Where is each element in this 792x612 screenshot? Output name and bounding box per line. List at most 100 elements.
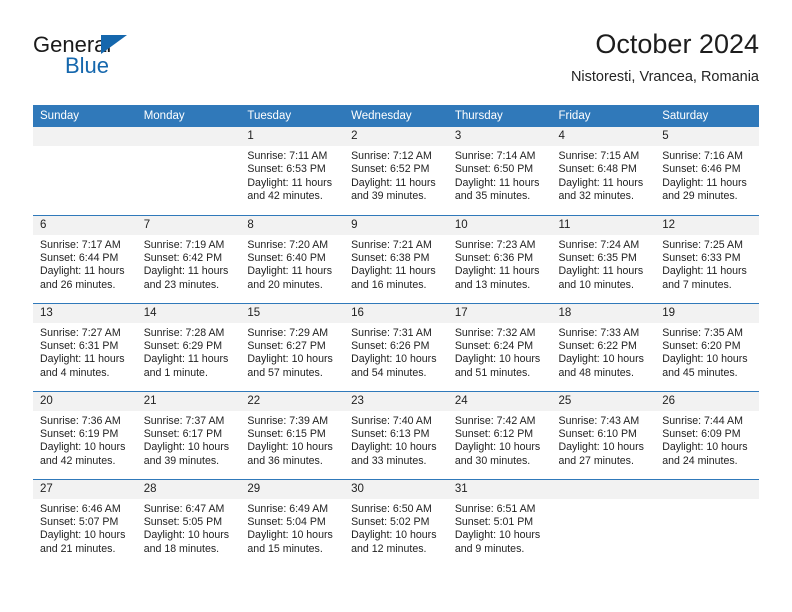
calendar-day-cell[interactable]: 23 Sunrise: 7:40 AM Sunset: 6:13 PM Dayligh… xyxy=(344,390,448,479)
calendar-grid: Sunday Monday Tuesday Wednesday Thursday… xyxy=(33,105,759,567)
calendar-day-cell[interactable]: 29 Sunrise: 6:49 AM Sunset: 5:04 PM Dayligh… xyxy=(240,478,345,567)
day-number xyxy=(33,127,137,146)
sunset-line: Sunset: 6:52 PM xyxy=(351,163,430,176)
daylight-line-2: and 29 minutes. xyxy=(662,190,738,203)
sunset-line: Sunset: 6:15 PM xyxy=(247,427,326,440)
sunrise-line: Sunrise: 7:11 AM xyxy=(247,150,328,162)
calendar-day-cell[interactable]: 19 Sunrise: 7:35 AM Sunset: 6:20 PM Dayligh… xyxy=(655,302,759,391)
calendar-day-cell[interactable]: 3 Sunrise: 7:14 AM Sunset: 6:50 PM Daylight… xyxy=(447,127,552,215)
sunset-line: Sunset: 5:04 PM xyxy=(247,515,326,528)
day-sun-details: Sunrise: 7:36 AM Sunset: 6:19 PM Daylight:… xyxy=(33,411,137,469)
calendar-week-row: 27 Sunrise: 6:46 AM Sunset: 5:07 PM Dayligh… xyxy=(33,478,759,567)
calendar-day-cell[interactable]: 22 Sunrise: 7:39 AM Sunset: 6:15 PM Dayligh… xyxy=(240,390,345,479)
sunrise-line: Sunrise: 7:40 AM xyxy=(351,414,432,427)
calendar-day-cell[interactable]: 8 Sunrise: 7:20 AM Sunset: 6:40 PM Daylight… xyxy=(240,214,345,303)
calendar-day-cell[interactable]: 4 Sunrise: 7:15 AM Sunset: 6:48 PM Daylight… xyxy=(551,127,656,215)
daylight-line-2: and 18 minutes. xyxy=(143,542,220,555)
day-cell-inner: 17 Sunrise: 7:32 AM Sunset: 6:24 PM Dayligh… xyxy=(447,303,552,391)
daylight-line-2: and 1 minute. xyxy=(143,366,208,379)
daylight-line-2: and 12 minutes. xyxy=(351,542,427,555)
calendar-day-cell[interactable]: 14 Sunrise: 7:28 AM Sunset: 6:29 PM Dayligh… xyxy=(136,302,241,391)
day-sun-details: Sunrise: 7:40 AM Sunset: 6:13 PM Daylight:… xyxy=(344,411,448,469)
calendar-day-cell[interactable]: 18 Sunrise: 7:33 AM Sunset: 6:22 PM Dayligh… xyxy=(551,302,656,391)
daylight-line-1: Daylight: 10 hours xyxy=(143,529,230,542)
calendar-day-cell[interactable]: 10 Sunrise: 7:23 AM Sunset: 6:36 PM Dayligh… xyxy=(447,214,552,303)
calendar-day-cell[interactable]: 16 Sunrise: 7:31 AM Sunset: 6:26 PM Dayligh… xyxy=(344,302,448,391)
day-cell-inner: 28 Sunrise: 6:47 AM Sunset: 5:05 PM Dayligh… xyxy=(136,479,241,567)
weekday-header-friday: Friday xyxy=(551,105,656,127)
day-sun-details: Sunrise: 7:32 AM Sunset: 6:24 PM Daylight:… xyxy=(448,323,552,381)
daylight-line-2: and 24 minutes. xyxy=(662,454,738,467)
calendar-day-cell[interactable]: 7 Sunrise: 7:19 AM Sunset: 6:42 PM Daylight… xyxy=(136,214,241,303)
daylight-line-2: and 39 minutes. xyxy=(351,190,427,203)
day-number: 23 xyxy=(344,391,448,411)
sunrise-line: Sunrise: 7:43 AM xyxy=(558,414,640,427)
day-number: 30 xyxy=(344,479,448,499)
calendar-day-cell[interactable]: 24 Sunrise: 7:42 AM Sunset: 6:12 PM Dayligh… xyxy=(447,390,552,479)
calendar-day-cell[interactable]: 25 Sunrise: 7:43 AM Sunset: 6:10 PM Dayligh… xyxy=(551,390,656,479)
calendar-day-cell[interactable]: 15 Sunrise: 7:29 AM Sunset: 6:27 PM Dayligh… xyxy=(240,302,345,391)
calendar-day-cell[interactable]: 26 Sunrise: 7:44 AM Sunset: 6:09 PM Dayligh… xyxy=(655,390,759,479)
daylight-line-2: and 45 minutes. xyxy=(662,366,738,379)
day-cell-inner xyxy=(551,479,656,567)
calendar-day-cell[interactable]: 17 Sunrise: 7:32 AM Sunset: 6:24 PM Dayligh… xyxy=(447,302,552,391)
day-number: 8 xyxy=(240,215,345,235)
day-number: 7 xyxy=(136,215,241,235)
daylight-line-1: Daylight: 10 hours xyxy=(454,353,541,366)
day-number: 20 xyxy=(33,391,137,411)
calendar-day-cell[interactable]: 12 Sunrise: 7:25 AM Sunset: 6:33 PM Dayligh… xyxy=(655,214,759,303)
sunrise-line: Sunrise: 7:15 AM xyxy=(558,150,640,162)
calendar-day-cell[interactable]: 30 Sunrise: 6:50 AM Sunset: 5:02 PM Dayligh… xyxy=(344,478,448,567)
day-number: 6 xyxy=(33,215,137,235)
daylight-line-1: Daylight: 10 hours xyxy=(662,353,748,366)
day-sun-details: Sunrise: 7:37 AM Sunset: 6:17 PM Daylight:… xyxy=(137,411,241,469)
daylight-line-1: Daylight: 10 hours xyxy=(247,529,333,542)
day-number: 15 xyxy=(240,303,345,323)
day-number: 10 xyxy=(447,215,552,235)
sunrise-line: Sunrise: 6:50 AM xyxy=(351,502,432,515)
day-number: 22 xyxy=(240,391,345,411)
daylight-line-1: Daylight: 11 hours xyxy=(247,176,333,189)
calendar-day-cell[interactable]: 21 Sunrise: 7:37 AM Sunset: 6:17 PM Dayligh… xyxy=(136,390,241,479)
daylight-line-1: Daylight: 11 hours xyxy=(247,265,333,278)
sunset-line: Sunset: 5:01 PM xyxy=(454,515,534,528)
daylight-line-1: Daylight: 11 hours xyxy=(558,265,644,278)
calendar-empty-cell xyxy=(551,478,656,567)
daylight-line-2: and 54 minutes. xyxy=(351,366,427,379)
day-cell-inner: 22 Sunrise: 7:39 AM Sunset: 6:15 PM Dayligh… xyxy=(240,391,345,479)
day-number: 17 xyxy=(447,303,552,323)
day-cell-inner: 29 Sunrise: 6:49 AM Sunset: 5:04 PM Dayligh… xyxy=(240,479,345,567)
daylight-line-2: and 33 minutes. xyxy=(351,454,427,467)
sunset-line: Sunset: 6:36 PM xyxy=(454,251,534,264)
calendar-day-cell[interactable]: 31 Sunrise: 6:51 AM Sunset: 5:01 PM Dayligh… xyxy=(447,478,552,567)
calendar-day-cell[interactable]: 2 Sunrise: 7:12 AM Sunset: 6:52 PM Daylight… xyxy=(344,127,448,215)
calendar-day-cell[interactable]: 5 Sunrise: 7:16 AM Sunset: 6:46 PM Daylight… xyxy=(655,127,759,215)
sunrise-line: Sunrise: 7:20 AM xyxy=(247,238,329,251)
sunrise-line: Sunrise: 7:42 AM xyxy=(454,414,536,427)
calendar-day-cell[interactable]: 13 Sunrise: 7:27 AM Sunset: 6:31 PM Dayligh… xyxy=(33,302,137,391)
calendar-day-cell[interactable]: 20 Sunrise: 7:36 AM Sunset: 6:19 PM Dayligh… xyxy=(33,390,137,479)
calendar-day-cell[interactable]: 1 Sunrise: 7:11 AM Sunset: 6:53 PM Daylight… xyxy=(240,127,345,215)
calendar-empty-cell xyxy=(136,127,241,215)
calendar-day-cell[interactable]: 27 Sunrise: 6:46 AM Sunset: 5:07 PM Dayligh… xyxy=(33,478,137,567)
day-cell-inner: 1 Sunrise: 7:11 AM Sunset: 6:53 PM Daylight… xyxy=(240,127,345,215)
sunrise-line: Sunrise: 7:14 AM xyxy=(454,150,536,162)
calendar-day-cell[interactable]: 6 Sunrise: 7:17 AM Sunset: 6:44 PM Daylight… xyxy=(33,214,137,303)
daylight-line-2: and 42 minutes. xyxy=(40,454,116,467)
sunset-line: Sunset: 6:44 PM xyxy=(40,251,119,264)
day-number: 4 xyxy=(551,127,656,146)
sunrise-line: Sunrise: 7:37 AM xyxy=(143,414,225,427)
calendar-day-cell[interactable]: 9 Sunrise: 7:21 AM Sunset: 6:38 PM Daylight… xyxy=(344,214,448,303)
day-cell-inner: 26 Sunrise: 7:44 AM Sunset: 6:09 PM Dayligh… xyxy=(655,391,759,479)
calendar-week-row: 20 Sunrise: 7:36 AM Sunset: 6:19 PM Dayligh… xyxy=(33,390,759,479)
sunset-line: Sunset: 6:33 PM xyxy=(662,251,741,264)
daylight-line-2: and 13 minutes. xyxy=(454,278,531,291)
calendar-day-cell[interactable]: 28 Sunrise: 6:47 AM Sunset: 5:05 PM Dayligh… xyxy=(136,478,241,567)
day-sun-details: Sunrise: 6:49 AM Sunset: 5:04 PM Daylight:… xyxy=(240,499,344,557)
sunset-line: Sunset: 6:29 PM xyxy=(143,339,223,352)
daylight-line-1: Daylight: 11 hours xyxy=(558,176,644,189)
daylight-line-1: Daylight: 10 hours xyxy=(40,441,126,454)
sunset-line: Sunset: 6:40 PM xyxy=(247,251,326,264)
sunrise-line: Sunrise: 7:35 AM xyxy=(662,326,743,339)
calendar-day-cell[interactable]: 11 Sunrise: 7:24 AM Sunset: 6:35 PM Dayligh… xyxy=(551,214,656,303)
